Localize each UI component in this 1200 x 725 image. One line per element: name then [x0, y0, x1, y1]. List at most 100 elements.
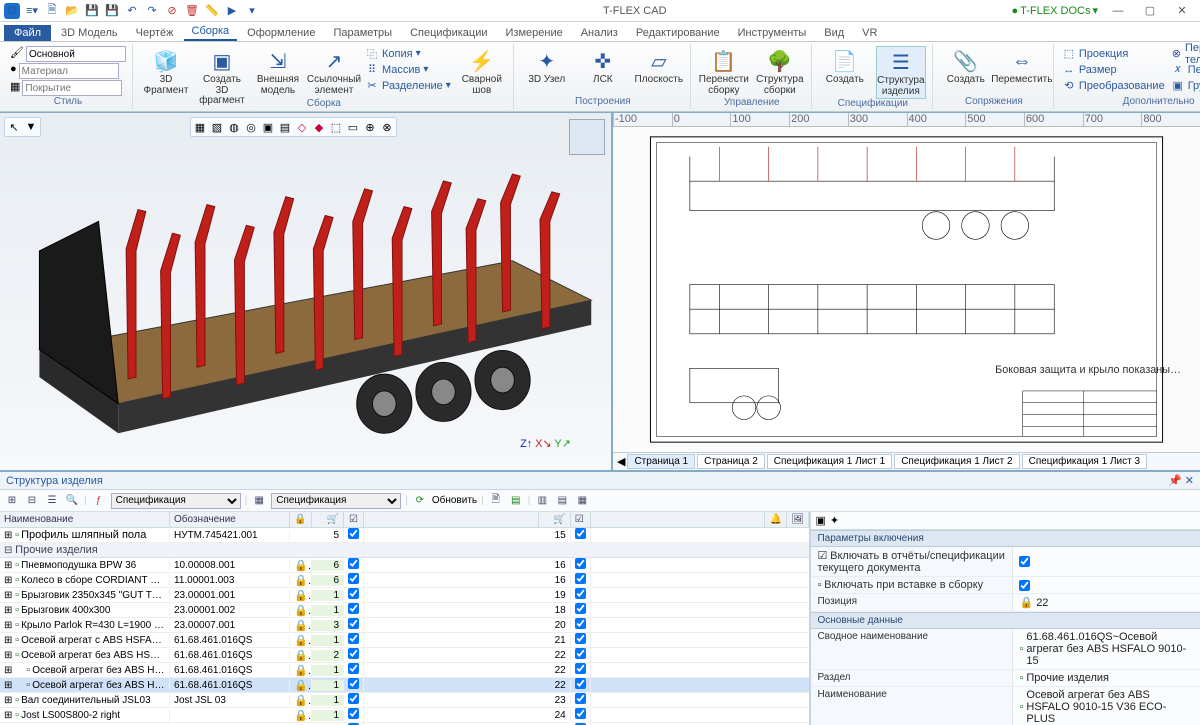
table-row[interactable]: ⊞ ▫Осевой агрегат с ABS HSFALO 9010-1…61…	[0, 633, 809, 648]
tb-collapse-icon[interactable]: ⊟	[24, 493, 40, 509]
row-check[interactable]	[348, 588, 359, 599]
tab-3dmodel[interactable]: 3D Модель	[53, 25, 126, 41]
col-check2[interactable]: ☑	[571, 512, 591, 527]
table-row[interactable]: ⊞ ▫Брызговик 2350x345 "GUT TRAILER"23.00…	[0, 588, 809, 603]
ptab-4[interactable]: Спецификация 1 Лист 2	[894, 454, 1019, 469]
prop-check[interactable]	[1019, 556, 1030, 567]
qat-measure-icon[interactable]: 📏	[204, 3, 220, 19]
btn-assembly-structure[interactable]: 🌳Структура сборки	[755, 46, 805, 97]
table-row[interactable]: ⊞ ▫Крыло Parlok R=430 L=1900 R=65023.000…	[0, 618, 809, 633]
row-check[interactable]	[575, 603, 586, 614]
table-row[interactable]: ⊞ ▫Профиль шляпный пола НУТМ.745421.001 …	[0, 528, 809, 543]
btn-constraint-move[interactable]: ⇔Переместить	[997, 46, 1047, 87]
spec-select-1[interactable]: Спецификация	[111, 493, 241, 509]
btn-spec-create[interactable]: 📄Создать	[820, 46, 870, 87]
row-check[interactable]	[575, 693, 586, 704]
ptab-5[interactable]: Спецификация 1 Лист 3	[1022, 454, 1147, 469]
table-row[interactable]: ⊞ ▫Jost LS00S800-2 right🔒124	[0, 708, 809, 723]
tb-grid-icon[interactable]: ▦	[251, 493, 267, 509]
material-input[interactable]	[19, 63, 119, 79]
row-check[interactable]	[575, 708, 586, 719]
row-check[interactable]	[575, 618, 586, 629]
row-check[interactable]	[575, 633, 586, 644]
row-check[interactable]	[575, 648, 586, 659]
tb-export-icon[interactable]: 🗎	[488, 493, 504, 509]
tb-refresh-label[interactable]: Обновить	[432, 495, 477, 506]
file-tab[interactable]: Файл	[4, 25, 51, 41]
tab-params[interactable]: Параметры	[325, 25, 400, 41]
prop-tab-icon[interactable]: ✦	[830, 514, 839, 527]
prop-tab-icon[interactable]: ▣	[815, 514, 825, 527]
table-row[interactable]: ⊞ ▫Брызговик 400x30023.00001.002🔒118	[0, 603, 809, 618]
row-check[interactable]	[348, 678, 359, 689]
row-check[interactable]	[348, 648, 359, 659]
maximize-icon[interactable]: ▢	[1138, 2, 1162, 20]
btn-projection[interactable]: ⬚Проекция	[1062, 46, 1165, 61]
col-check1[interactable]: ☑	[344, 512, 364, 527]
qat-cancel-icon[interactable]: ⊘	[164, 3, 180, 19]
qat-trash-icon[interactable]: 🗑	[184, 3, 200, 19]
col-name[interactable]: Наименование	[0, 512, 170, 527]
row-check[interactable]	[348, 603, 359, 614]
tb-func-icon[interactable]: ƒ	[91, 493, 107, 509]
ptab-3[interactable]: Спецификация 1 Лист 1	[767, 454, 892, 469]
qat-save-icon[interactable]: 💾	[84, 3, 100, 19]
row-check[interactable]	[348, 618, 359, 629]
qat-macro-icon[interactable]: ▶	[224, 3, 240, 19]
style-name-input[interactable]	[26, 46, 126, 62]
qat-new-icon[interactable]: 🗎	[44, 3, 60, 19]
tab-annotation[interactable]: Оформление	[239, 25, 323, 41]
row-check[interactable]	[575, 678, 586, 689]
btn-3d-fragment[interactable]: 🧊3D Фрагмент	[141, 46, 191, 97]
spec-select-2[interactable]: Спецификация	[271, 493, 401, 509]
row-check[interactable]	[575, 558, 586, 569]
row-check[interactable]	[575, 588, 586, 599]
tb-col-icon[interactable]: ▥	[534, 493, 550, 509]
btn-ref-element[interactable]: ↗Ссылочный элемент	[309, 46, 359, 97]
tab-drawing[interactable]: Чертёж	[128, 25, 182, 41]
btn-array[interactable]: ⠿Массив ▾	[365, 62, 451, 77]
drawing-area[interactable]: Боковая защита и крыло показаны…	[613, 127, 1200, 452]
tab-assembly[interactable]: Сборка	[184, 23, 238, 41]
col-designation[interactable]: Обозначение	[170, 512, 290, 527]
minimize-icon[interactable]: —	[1106, 2, 1130, 20]
coating-input[interactable]	[22, 80, 122, 96]
tab-measure[interactable]: Измерение	[498, 25, 571, 41]
qat-menu-icon[interactable]: ≡▾	[24, 3, 40, 19]
tab-view[interactable]: Вид	[816, 25, 852, 41]
btn-3d-node[interactable]: ✦3D Узел	[522, 46, 572, 87]
tb-excel-icon[interactable]: ▤	[508, 493, 524, 509]
btn-lcs[interactable]: ✜ЛСК	[578, 46, 628, 87]
qat-open-icon[interactable]: 📂	[64, 3, 80, 19]
tab-analysis[interactable]: Анализ	[573, 25, 626, 41]
row-check[interactable]	[348, 663, 359, 674]
row-check[interactable]	[575, 528, 586, 539]
panel-pin-icon[interactable]: 📌	[1168, 475, 1182, 487]
col-cart2-icon[interactable]: 🛒	[539, 512, 571, 527]
tab-edit[interactable]: Редактирование	[628, 25, 728, 41]
tb-expand-icon[interactable]: ⊞	[4, 493, 20, 509]
btn-transform[interactable]: ⟲Преобразование	[1062, 78, 1165, 93]
tab-tools[interactable]: Инструменты	[730, 25, 815, 41]
tb-col-icon[interactable]: ▦	[574, 493, 590, 509]
col-image-icon[interactable]: 🖼	[787, 512, 809, 527]
table-row[interactable]: ⊞ ▫Колесо в сборе CORDIANT 385/65 R2…11.…	[0, 573, 809, 588]
btn-copy[interactable]: ⿻Копия ▾	[365, 46, 451, 61]
table-row[interactable]: ⊞ ▫Осевой агрегат без ABS HSFALO 901…61.…	[0, 648, 809, 663]
qat-dropdown-icon[interactable]: ▾	[244, 3, 260, 19]
table-row[interactable]: ⊞ ▫Осевой агрегат без ABS HSFALO …61.68.…	[0, 663, 809, 678]
row-check[interactable]	[348, 693, 359, 704]
ptab-1[interactable]: Страница 1	[627, 454, 695, 469]
tb-search-icon[interactable]: 🔍	[64, 493, 80, 509]
btn-intersection[interactable]: ⊗Пересечение тел	[1171, 46, 1200, 61]
qat-undo-icon[interactable]: ↶	[124, 3, 140, 19]
close-icon[interactable]: ✕	[1170, 2, 1194, 20]
col-cart-icon[interactable]: 🛒	[312, 512, 344, 527]
table-row[interactable]: ⊞ ▫Пневмоподушка BPW 3610.00008.001🔒616	[0, 558, 809, 573]
row-check[interactable]	[348, 558, 359, 569]
viewport-3d[interactable]: ↖ ▼ ▦▧ ◍◎ ▣▤ ◇◆ ⬚▭ ⊕⊗	[0, 113, 613, 470]
row-check[interactable]	[348, 573, 359, 584]
table-row[interactable]: ⊞ ▫Осевой агрегат без ABS HSFALO …61.68.…	[0, 678, 809, 693]
btn-plane[interactable]: ▱Плоскость	[634, 46, 684, 87]
ptab-2[interactable]: Страница 2	[697, 454, 765, 469]
